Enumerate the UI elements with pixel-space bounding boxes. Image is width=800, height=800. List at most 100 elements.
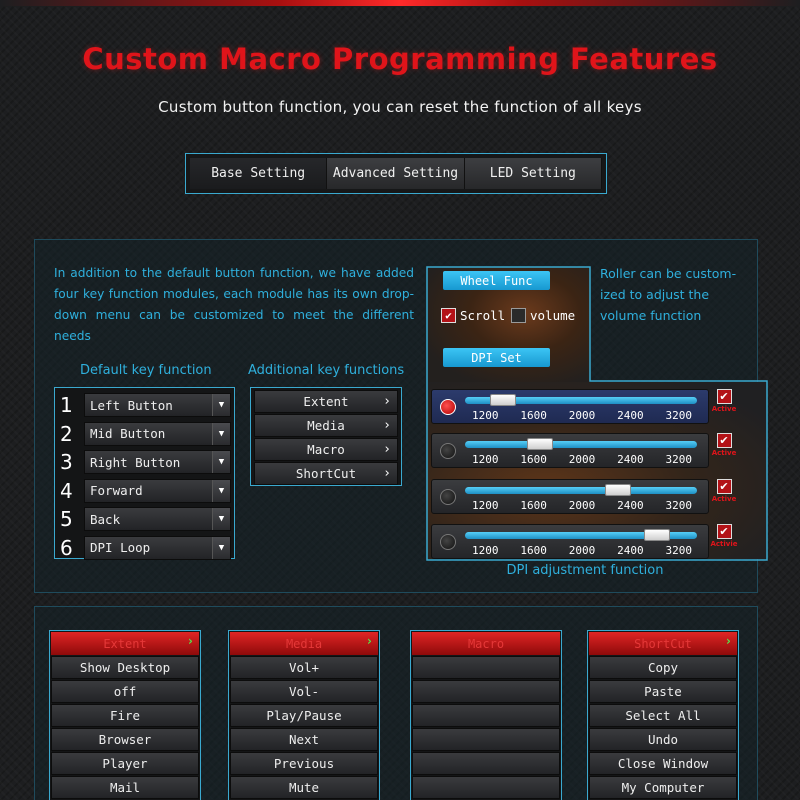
- module-item[interactable]: Mail: [51, 776, 199, 799]
- dpi-slider-track[interactable]: [465, 487, 697, 494]
- module-item[interactable]: Vol-: [230, 680, 378, 703]
- key-select-4[interactable]: Forward ▼: [84, 478, 231, 503]
- module-item[interactable]: [412, 776, 560, 799]
- module-item[interactable]: Show Desktop: [51, 656, 199, 679]
- dpi-radio-button[interactable]: [440, 489, 456, 505]
- active-checkbox[interactable]: ✔: [716, 389, 732, 404]
- key-row: 4 Forward ▼: [58, 477, 231, 506]
- dpi-radio-button[interactable]: [440, 534, 456, 550]
- key-row: 1 Left Button ▼: [58, 391, 231, 420]
- top-accent-bar: [0, 0, 800, 6]
- key-select-5[interactable]: Back ▼: [84, 507, 231, 532]
- tab-led-setting[interactable]: LED Setting: [464, 158, 602, 189]
- volume-option[interactable]: volume: [511, 308, 575, 323]
- dpi-radio-button[interactable]: [440, 399, 456, 415]
- dpi-slider-thumb[interactable]: [644, 529, 671, 541]
- dropdown-arrow-icon[interactable]: ▼: [212, 394, 230, 417]
- dpi-active-toggle-3[interactable]: ✔ Active: [709, 479, 739, 503]
- dpi-slider-thumb[interactable]: [526, 438, 553, 450]
- module-item[interactable]: Select All: [589, 704, 737, 727]
- key-number: 5: [60, 507, 73, 532]
- module-item[interactable]: Play/Pause: [230, 704, 378, 727]
- active-checkbox[interactable]: ✔: [716, 524, 732, 539]
- dpi-tick-label: 1600: [520, 544, 547, 557]
- module-item[interactable]: [412, 752, 560, 775]
- dpi-tick-labels: 1200 1600 2000 2400 3200: [472, 544, 692, 557]
- tab-advanced-setting[interactable]: Advanced Setting: [327, 158, 465, 189]
- dropdown-arrow-icon[interactable]: ▼: [212, 508, 230, 531]
- module-item[interactable]: Copy: [589, 656, 737, 679]
- additional-keys-label: Additional key functions: [248, 363, 405, 378]
- module-item[interactable]: Player: [51, 752, 199, 775]
- dropdown-arrow-icon[interactable]: ▼: [212, 451, 230, 474]
- dpi-tick-label: 2000: [568, 499, 596, 512]
- additional-item-macro[interactable]: Macro ›: [254, 438, 398, 461]
- module-header[interactable]: Macro: [412, 632, 560, 655]
- settings-tab-bar: Base Setting Advanced Setting LED Settin…: [185, 153, 607, 194]
- key-select-1[interactable]: Left Button ▼: [84, 393, 231, 418]
- key-select-value: Forward: [90, 483, 143, 499]
- additional-item-extent[interactable]: Extent ›: [254, 390, 398, 413]
- dpi-active-toggle-1[interactable]: ✔ Active: [709, 389, 739, 413]
- dpi-tick-label: 2400: [617, 409, 644, 422]
- volume-checkbox[interactable]: [511, 308, 526, 323]
- module-header[interactable]: Media ›: [230, 632, 378, 655]
- active-checkbox[interactable]: ✔: [716, 479, 732, 494]
- scroll-checkbox[interactable]: ✔: [441, 308, 456, 323]
- dropdown-arrow-icon[interactable]: ▼: [212, 422, 230, 445]
- module-item[interactable]: My Computer: [589, 776, 737, 799]
- dpi-radio-button[interactable]: [440, 443, 456, 459]
- dpi-active-toggle-4[interactable]: ✔ Activie: [709, 524, 739, 548]
- chevron-right-icon: ›: [383, 394, 391, 409]
- module-item[interactable]: Fire: [51, 704, 199, 727]
- key-number: 4: [60, 478, 73, 503]
- module-item[interactable]: [412, 680, 560, 703]
- dpi-row-2[interactable]: 1200 1600 2000 2400 3200: [431, 433, 709, 468]
- dpi-slider-thumb[interactable]: [489, 394, 516, 406]
- dpi-tick-label: 2000: [568, 544, 596, 557]
- module-header-label: ShortCut: [634, 636, 692, 651]
- module-item[interactable]: Previous: [230, 752, 378, 775]
- dpi-slider-track[interactable]: [465, 441, 697, 448]
- module-item[interactable]: Mute: [230, 776, 378, 799]
- key-select-6[interactable]: DPI Loop ▼: [84, 535, 231, 560]
- scroll-label: Scroll: [460, 308, 506, 323]
- scroll-option[interactable]: ✔ Scroll: [441, 308, 505, 323]
- tab-base-setting[interactable]: Base Setting: [190, 158, 328, 189]
- dpi-row-1[interactable]: 1200 1600 2000 2400 3200: [431, 389, 709, 424]
- active-checkbox[interactable]: ✔: [716, 433, 732, 448]
- module-item[interactable]: Next: [230, 728, 378, 751]
- module-item[interactable]: Vol+: [230, 656, 378, 679]
- module-item[interactable]: Undo: [589, 728, 737, 751]
- module-header[interactable]: ShortCut ›: [589, 632, 737, 655]
- module-item[interactable]: Browser: [51, 728, 199, 751]
- dpi-slider-thumb[interactable]: [605, 484, 632, 496]
- dpi-row-4[interactable]: 1200 1600 2000 2400 3200: [431, 524, 709, 559]
- module-item[interactable]: [412, 704, 560, 727]
- dpi-active-toggle-2[interactable]: ✔ Active: [709, 433, 739, 457]
- dpi-tick-label: 2000: [568, 409, 596, 422]
- dpi-tick-label: 2000: [568, 453, 596, 466]
- module-item[interactable]: off: [51, 680, 199, 703]
- module-item[interactable]: Close Window: [589, 752, 737, 775]
- dpi-row-3[interactable]: 1200 1600 2000 2400 3200: [431, 479, 709, 514]
- key-select-2[interactable]: Mid Button ▼: [84, 421, 231, 446]
- module-media: Media › Vol+ Vol- Play/Pause Next Previous Mute: [228, 630, 380, 800]
- dropdown-arrow-icon[interactable]: ▼: [212, 479, 230, 502]
- dropdown-arrow-icon[interactable]: ▼: [212, 536, 230, 559]
- module-item[interactable]: [412, 728, 560, 751]
- key-row: 3 Right Button ▼: [58, 448, 231, 477]
- module-header-label: Macro: [467, 636, 505, 651]
- module-item[interactable]: [412, 656, 560, 679]
- dpi-tick-label: 3200: [665, 544, 693, 557]
- dpi-tick-label: 2400: [617, 499, 644, 512]
- module-item[interactable]: Paste: [589, 680, 737, 703]
- module-header-label: Media: [285, 636, 323, 651]
- chevron-right-icon: ›: [724, 634, 732, 648]
- additional-item-media[interactable]: Media ›: [254, 414, 398, 437]
- key-row: 5 Back ▼: [58, 505, 231, 534]
- additional-item-shortcut[interactable]: ShortCut ›: [254, 462, 398, 485]
- module-header[interactable]: Extent ›: [51, 632, 199, 655]
- key-select-3[interactable]: Right Button ▼: [84, 450, 231, 475]
- key-row: 2 Mid Button ▼: [58, 420, 231, 449]
